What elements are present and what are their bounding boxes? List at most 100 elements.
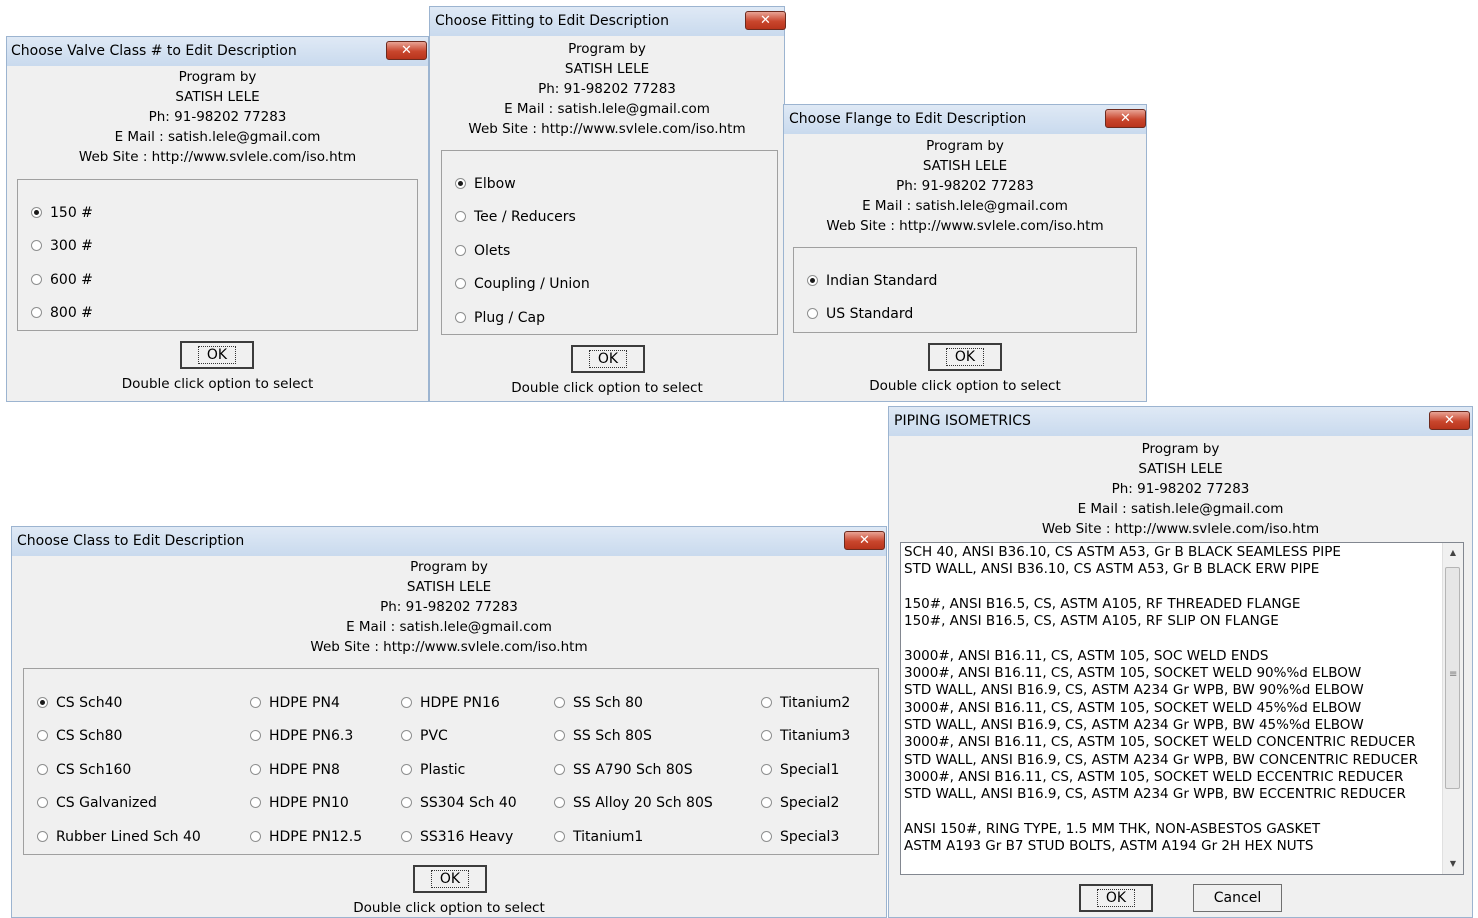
radio-class-hdpe-pn12-5[interactable]: HDPE PN12.5 — [250, 829, 362, 845]
close-icon[interactable]: ✕ — [1429, 411, 1470, 430]
radio-class-special2[interactable]: Special2 — [761, 795, 839, 811]
radio-label: Special3 — [780, 829, 840, 845]
radio-dot-icon — [37, 730, 48, 741]
radio-class-titanium2[interactable]: Titanium2 — [761, 695, 850, 711]
radio-dot-icon — [401, 764, 412, 775]
grip-icon: ≡ — [1449, 669, 1458, 680]
radio-class-special1[interactable]: Special1 — [761, 762, 839, 778]
radio-dot-icon — [250, 831, 261, 842]
ok-button[interactable]: OK — [1079, 884, 1153, 912]
class-dialog-titlebar[interactable]: Choose Class to Edit Description ✕ — [12, 527, 886, 556]
radio-fitting-olets[interactable]: Olets — [455, 243, 510, 259]
radio-valve-600[interactable]: 600 # — [31, 272, 93, 288]
close-icon[interactable]: ✕ — [844, 531, 885, 550]
website-label: Web Site : http://www.svlele.com/iso.htm — [826, 218, 1104, 234]
radio-dot-icon — [554, 697, 565, 708]
radio-label: Titanium1 — [573, 829, 644, 845]
phone-label: Ph: 91-98202 77283 — [538, 81, 676, 97]
valve-class-dialog: Choose Valve Class # to Edit Description… — [6, 36, 429, 402]
radio-class-ss-a790[interactable]: SS A790 Sch 80S — [554, 762, 693, 778]
ok-button[interactable]: OK — [180, 341, 254, 369]
program-by-label: Program by — [568, 41, 646, 57]
author-name: SATISH LELE — [564, 61, 650, 77]
ok-button-label: OK — [945, 348, 985, 366]
radio-label: Plastic — [420, 762, 466, 778]
scrollbar-thumb[interactable]: ≡ — [1445, 567, 1460, 789]
radio-label: US Standard — [826, 306, 914, 322]
radio-class-titanium1[interactable]: Titanium1 — [554, 829, 643, 845]
radio-valve-300[interactable]: 300 # — [31, 238, 93, 254]
radio-dot-icon — [250, 797, 261, 808]
ok-button[interactable]: OK — [571, 345, 645, 373]
phone-label: Ph: 91-98202 77283 — [148, 109, 287, 125]
close-icon[interactable]: ✕ — [1105, 109, 1146, 128]
radio-label: 600 # — [50, 272, 93, 288]
cancel-button-label: Cancel — [1213, 890, 1262, 906]
ok-button[interactable]: OK — [413, 865, 487, 893]
radio-class-titanium3[interactable]: Titanium3 — [761, 728, 850, 744]
ok-button[interactable]: OK — [928, 343, 1002, 371]
scroll-up-arrow-icon[interactable]: ▲ — [1443, 543, 1463, 563]
hint-text: Double click option to select — [353, 900, 545, 916]
radio-class-ss304[interactable]: SS304 Sch 40 — [401, 795, 517, 811]
valve-dialog-titlebar[interactable]: Choose Valve Class # to Edit Description… — [7, 37, 428, 66]
iso-dialog-title: PIPING ISOMETRICS — [894, 413, 1031, 429]
radio-class-hdpe-pn16[interactable]: HDPE PN16 — [401, 695, 500, 711]
radio-dot-icon — [250, 697, 261, 708]
radio-label: SS Sch 80S — [573, 728, 652, 744]
email-label: E Mail : satish.lele@gmail.com — [1077, 501, 1284, 517]
radio-flange-us[interactable]: US Standard — [807, 306, 913, 322]
radio-class-ss316[interactable]: SS316 Heavy — [401, 829, 513, 845]
radio-class-cs-sch40[interactable]: CS Sch40 — [37, 695, 122, 711]
radio-fitting-tee[interactable]: Tee / Reducers — [455, 209, 576, 225]
radio-dot-icon — [250, 730, 261, 741]
radio-dot-icon — [401, 797, 412, 808]
phone-label: Ph: 91-98202 77283 — [896, 178, 1034, 194]
fitting-dialog-title: Choose Fitting to Edit Description — [435, 13, 669, 29]
radio-dot-icon — [31, 240, 42, 251]
author-name: SATISH LELE — [922, 158, 1008, 174]
ok-button-label: OK — [430, 870, 470, 888]
radio-class-special3[interactable]: Special3 — [761, 829, 839, 845]
vertical-scrollbar[interactable]: ▲ ≡ ▼ — [1442, 543, 1463, 874]
close-icon[interactable]: ✕ — [745, 11, 786, 30]
radio-class-hdpe-pn4[interactable]: HDPE PN4 — [250, 695, 340, 711]
radio-dot-icon — [401, 730, 412, 741]
radio-class-rubber-lined[interactable]: Rubber Lined Sch 40 — [37, 829, 201, 845]
website-label: Web Site : http://www.svlele.com/iso.htm — [1041, 521, 1320, 537]
radio-class-cs-galvanized[interactable]: CS Galvanized — [37, 795, 157, 811]
cancel-button[interactable]: Cancel — [1193, 884, 1282, 912]
iso-dialog-titlebar[interactable]: PIPING ISOMETRICS ✕ — [889, 407, 1472, 436]
radio-dot-icon — [761, 697, 772, 708]
radio-dot-icon — [37, 831, 48, 842]
radio-dot-icon — [455, 312, 466, 323]
radio-class-hdpe-pn8[interactable]: HDPE PN8 — [250, 762, 340, 778]
radio-flange-indian[interactable]: Indian Standard — [807, 273, 937, 289]
radio-fitting-coupling[interactable]: Coupling / Union — [455, 276, 590, 292]
radio-class-ss-alloy20[interactable]: SS Alloy 20 Sch 80S — [554, 795, 713, 811]
radio-dot-icon — [31, 207, 42, 218]
radio-class-ss-sch80[interactable]: SS Sch 80 — [554, 695, 643, 711]
scroll-down-arrow-icon[interactable]: ▼ — [1443, 854, 1463, 874]
close-icon[interactable]: ✕ — [386, 41, 427, 60]
radio-dot-icon — [455, 178, 466, 189]
description-textarea[interactable]: SCH 40, ANSI B36.10, CS ASTM A53, Gr B B… — [900, 542, 1464, 875]
radio-fitting-plug[interactable]: Plug / Cap — [455, 310, 545, 326]
radio-class-hdpe-pn6-3[interactable]: HDPE PN6.3 — [250, 728, 353, 744]
radio-class-cs-sch80[interactable]: CS Sch80 — [37, 728, 122, 744]
radio-class-hdpe-pn10[interactable]: HDPE PN10 — [250, 795, 349, 811]
radio-valve-800[interactable]: 800 # — [31, 305, 93, 321]
radio-label: Special2 — [780, 795, 840, 811]
radio-fitting-elbow[interactable]: Elbow — [455, 176, 516, 192]
radio-label: HDPE PN10 — [269, 795, 349, 811]
flange-dialog-titlebar[interactable]: Choose Flange to Edit Description ✕ — [784, 105, 1146, 134]
hint-text: Double click option to select — [869, 378, 1061, 394]
fitting-dialog-titlebar[interactable]: Choose Fitting to Edit Description ✕ — [430, 7, 786, 36]
radio-class-cs-sch160[interactable]: CS Sch160 — [37, 762, 131, 778]
radio-label: SS Alloy 20 Sch 80S — [573, 795, 713, 811]
radio-class-plastic[interactable]: Plastic — [401, 762, 465, 778]
class-dialog: Choose Class to Edit Description ✕ Progr… — [11, 526, 887, 918]
radio-class-ss-sch80s[interactable]: SS Sch 80S — [554, 728, 652, 744]
radio-valve-150[interactable]: 150 # — [31, 205, 93, 221]
radio-class-pvc[interactable]: PVC — [401, 728, 448, 744]
